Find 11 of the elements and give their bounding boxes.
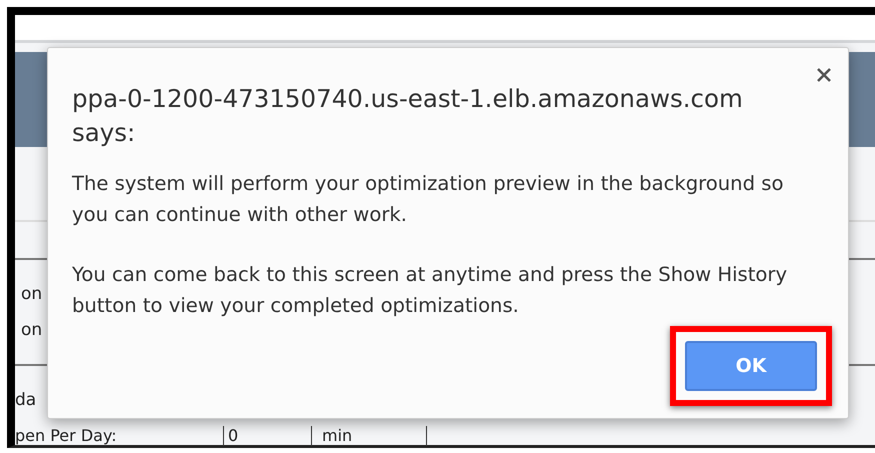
field-value: 0 xyxy=(228,426,238,445)
close-icon[interactable] xyxy=(817,68,831,82)
row-label: on xyxy=(21,284,42,304)
dialog-message: You can come back to this screen at anytime and press the Show History button to view your completed optimizations. xyxy=(72,262,788,319)
section-label: da xyxy=(15,390,36,410)
dialog-message: The system will perform your optimization preview in the background so you can continue with other work. xyxy=(72,171,784,228)
field-label: pen Per Day: xyxy=(15,426,117,445)
dialog-title: ppa-0-1200-473150740.us-east-1.elb.amazonaws.com says: xyxy=(72,83,744,149)
ok-button[interactable]: OK xyxy=(685,341,817,391)
unit-label: min xyxy=(322,426,352,445)
row-label: on xyxy=(21,320,42,340)
